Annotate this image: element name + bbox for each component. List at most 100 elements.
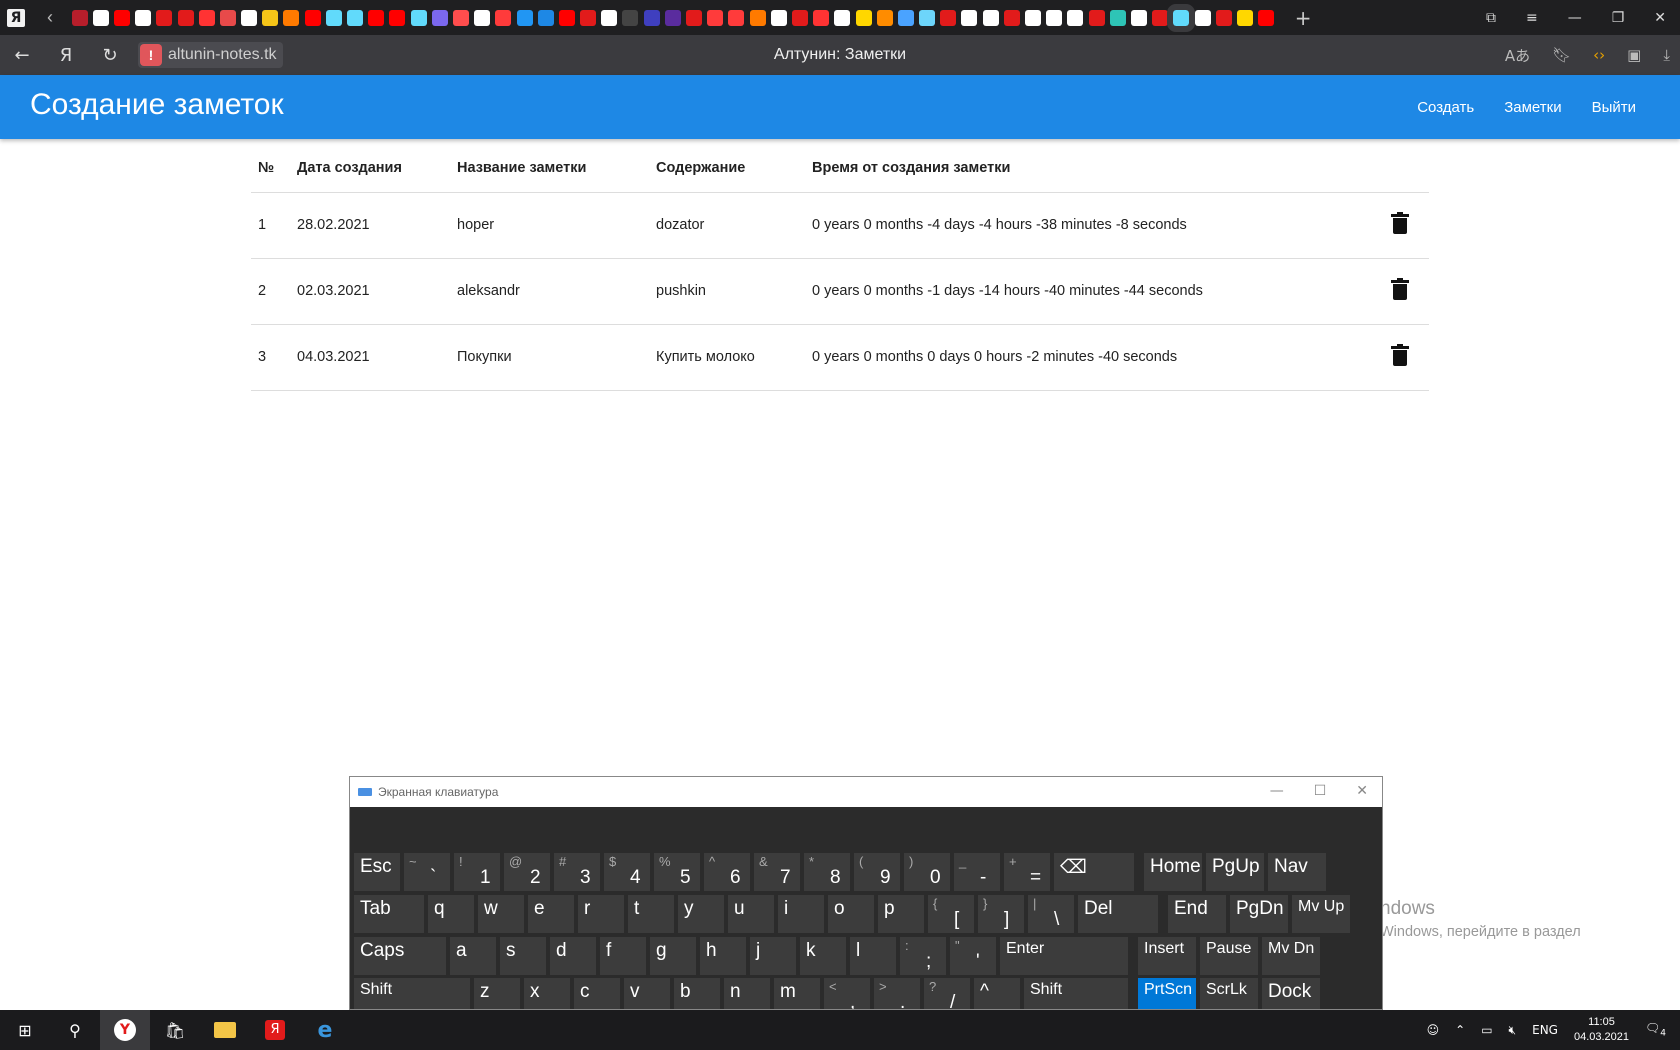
osk-key[interactable]: q bbox=[428, 895, 474, 933]
bookmarks-panel-icon[interactable]: ⧉ bbox=[1486, 10, 1496, 26]
tab-favicon-icon[interactable] bbox=[304, 9, 321, 26]
osk-key[interactable]: End bbox=[1168, 895, 1226, 933]
volume-muted-icon[interactable]: 🔇︎ bbox=[1509, 1023, 1517, 1038]
tab-favicon-icon[interactable] bbox=[262, 9, 279, 26]
osk-key[interactable]: <, bbox=[824, 978, 870, 1009]
osk-title-bar[interactable]: Экранная клавиатура — ☐ ✕ bbox=[350, 777, 1382, 807]
notifications-icon[interactable]: 🗨︎4 bbox=[1645, 1021, 1666, 1038]
menu-icon[interactable]: ≡ bbox=[1526, 10, 1538, 26]
osk-key[interactable]: + = bbox=[1004, 853, 1050, 891]
tab-favicon-icon[interactable] bbox=[876, 9, 893, 26]
tab-favicon-icon[interactable] bbox=[1258, 9, 1275, 26]
osk-key[interactable]: j bbox=[750, 937, 796, 975]
bookmark-icon[interactable]: 🔖︎ bbox=[1552, 46, 1571, 64]
osk-key[interactable]: d bbox=[550, 937, 596, 975]
osk-key[interactable]: :; bbox=[900, 937, 946, 975]
osk-key[interactable]: }] bbox=[978, 895, 1024, 933]
tab-favicon-icon[interactable] bbox=[643, 9, 660, 26]
osk-key[interactable]: & 7 bbox=[754, 853, 800, 891]
osk-key[interactable]: PgUp bbox=[1206, 853, 1264, 891]
file-explorer-icon[interactable] bbox=[200, 1010, 250, 1050]
osk-key[interactable]: ! 1 bbox=[454, 853, 500, 891]
osk-key[interactable]: ? / bbox=[924, 978, 970, 1009]
osk-key[interactable]: Caps bbox=[354, 937, 446, 975]
trash-icon[interactable] bbox=[1391, 278, 1409, 300]
new-tab-button[interactable]: + bbox=[1295, 6, 1312, 30]
display-icon[interactable]: ▭ bbox=[1481, 1023, 1492, 1037]
tab-favicon-icon[interactable] bbox=[1152, 9, 1169, 26]
tab-favicon-icon[interactable] bbox=[686, 9, 703, 26]
osk-key[interactable]: PrtScn bbox=[1138, 978, 1196, 1009]
extension-icon[interactable]: ‹› bbox=[1593, 46, 1605, 64]
osk-key[interactable]: >. bbox=[874, 978, 920, 1009]
tab-favicon-icon[interactable] bbox=[347, 9, 364, 26]
osk-key[interactable]: f bbox=[600, 937, 646, 975]
osk-key[interactable]: {[ bbox=[928, 895, 974, 933]
osk-key[interactable]: x bbox=[524, 978, 570, 1009]
tab-favicon-icon[interactable] bbox=[664, 9, 681, 26]
osk-key[interactable]: Shift bbox=[354, 978, 470, 1009]
tab-favicon-icon[interactable] bbox=[452, 9, 469, 26]
nav-logout[interactable]: Выйти bbox=[1592, 99, 1636, 116]
tab-favicon-icon[interactable] bbox=[580, 9, 597, 26]
osk-key[interactable]: e bbox=[528, 895, 574, 933]
osk-key[interactable]: a bbox=[450, 937, 496, 975]
osk-key[interactable]: Mv Dn bbox=[1262, 937, 1320, 975]
osk-key[interactable]: Shift bbox=[1024, 978, 1128, 1009]
back-button[interactable]: ← bbox=[0, 45, 44, 66]
osk-close-icon[interactable]: ✕ bbox=[1356, 783, 1368, 799]
tab-favicon-icon[interactable] bbox=[1236, 9, 1253, 26]
osk-minimize-icon[interactable]: — bbox=[1270, 783, 1284, 799]
osk-key[interactable]: ⌫ bbox=[1054, 853, 1134, 891]
tab-favicon-icon[interactable] bbox=[219, 9, 236, 26]
osk-key[interactable]: ~ ` bbox=[404, 853, 450, 891]
tab-favicon-icon[interactable] bbox=[855, 9, 872, 26]
osk-key[interactable]: p bbox=[878, 895, 924, 933]
app-brand[interactable]: Создание заметок bbox=[30, 88, 284, 122]
osk-key[interactable]: o bbox=[828, 895, 874, 933]
tab-favicon-icon[interactable] bbox=[1067, 9, 1084, 26]
close-window-icon[interactable]: ✕ bbox=[1654, 10, 1666, 26]
minimize-icon[interactable]: — bbox=[1568, 10, 1582, 26]
download-icon[interactable]: ⤓ bbox=[1663, 46, 1670, 64]
url-field[interactable]: ! altunin-notes.tk bbox=[138, 42, 283, 68]
tab-favicon-icon[interactable] bbox=[707, 9, 724, 26]
osk-key[interactable]: m bbox=[774, 978, 820, 1009]
tab-favicon-icon[interactable] bbox=[770, 9, 787, 26]
osk-key[interactable]: Esc bbox=[354, 853, 400, 891]
tab-favicon-icon[interactable] bbox=[177, 9, 194, 26]
osk-key[interactable]: ^ 6 bbox=[704, 853, 750, 891]
osk-key[interactable]: z bbox=[474, 978, 520, 1009]
osk-key[interactable]: ) 0 bbox=[904, 853, 950, 891]
osk-key[interactable]: Pause bbox=[1200, 937, 1258, 975]
tab-favicon-icon[interactable] bbox=[283, 9, 300, 26]
scroll-tabs-left-icon[interactable]: ‹ bbox=[47, 7, 61, 28]
osk-key[interactable]: t bbox=[628, 895, 674, 933]
clock[interactable]: 11:05 04.03.2021 bbox=[1574, 1015, 1629, 1045]
tab-favicon-icon[interactable] bbox=[622, 9, 639, 26]
tab-favicon-icon[interactable] bbox=[1003, 9, 1020, 26]
osk-key[interactable]: _ - bbox=[954, 853, 1000, 891]
osk-key[interactable]: PgDn bbox=[1230, 895, 1288, 933]
tab-favicon-icon[interactable] bbox=[92, 9, 109, 26]
show-hidden-icons-icon[interactable]: ⌃ bbox=[1455, 1023, 1465, 1037]
osk-key[interactable]: n bbox=[724, 978, 770, 1009]
tab-favicon-icon[interactable] bbox=[601, 9, 618, 26]
osk-key[interactable]: u bbox=[728, 895, 774, 933]
osk-key[interactable]: l bbox=[850, 937, 896, 975]
tab-favicon-icon[interactable] bbox=[71, 9, 88, 26]
trash-icon[interactable] bbox=[1391, 344, 1409, 366]
yandex-home-button[interactable]: Я bbox=[44, 45, 88, 66]
osk-key[interactable]: @2 bbox=[504, 853, 550, 891]
osk-key[interactable]: Del bbox=[1078, 895, 1158, 933]
tab-favicon-icon[interactable] bbox=[961, 9, 978, 26]
tab-favicon-icon[interactable] bbox=[834, 9, 851, 26]
osk-key[interactable]: s bbox=[500, 937, 546, 975]
osk-key[interactable]: #3 bbox=[554, 853, 600, 891]
tab-favicon-icon[interactable] bbox=[113, 9, 130, 26]
osk-key[interactable]: y bbox=[678, 895, 724, 933]
osk-key[interactable]: w bbox=[478, 895, 524, 933]
start-button-icon[interactable]: ⊞ bbox=[0, 1010, 50, 1050]
osk-key[interactable]: % 5 bbox=[654, 853, 700, 891]
tab-favicon-icon[interactable] bbox=[982, 9, 999, 26]
